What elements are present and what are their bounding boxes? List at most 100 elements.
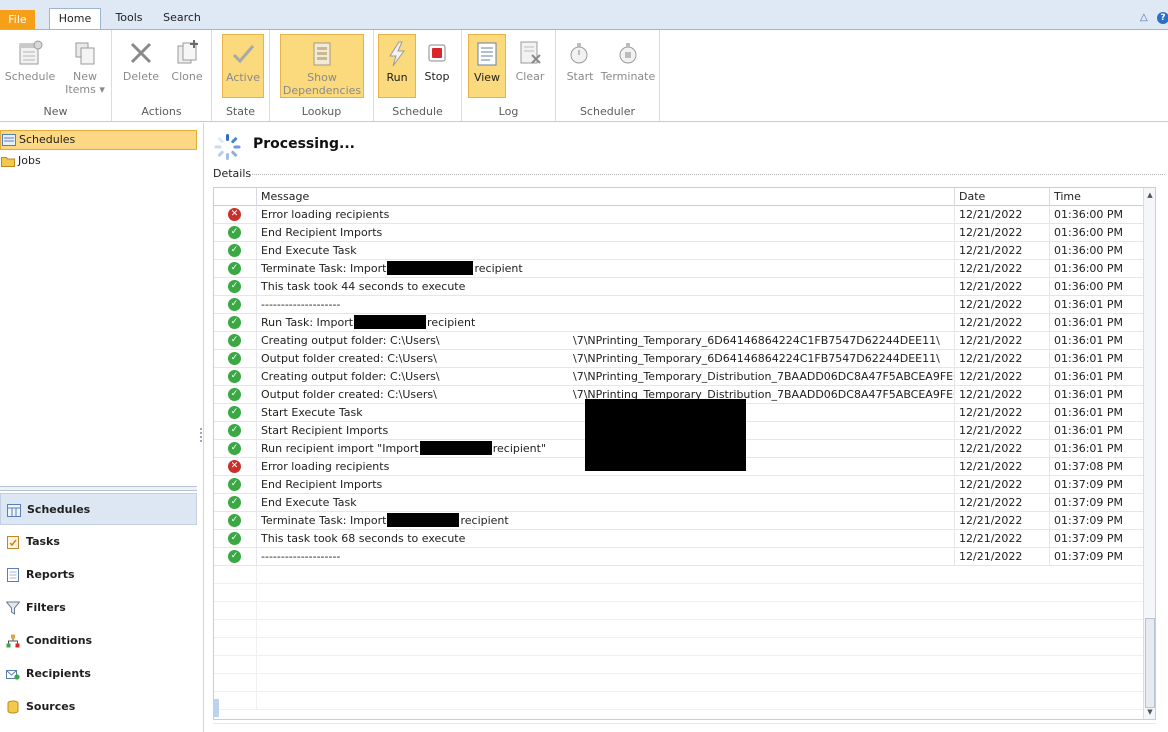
table-row[interactable]: ✓ Terminate Task: Import recipient 12/21/20… xyxy=(214,512,1155,530)
message-text: End Execute Task xyxy=(261,496,357,509)
nav-pane-splitter[interactable] xyxy=(0,486,197,491)
tree-item-schedules[interactable]: Schedules xyxy=(0,130,197,150)
schedule-button[interactable]: Schedule xyxy=(4,34,56,98)
empty-row xyxy=(214,674,1145,692)
nav-button-tasks[interactable]: Tasks xyxy=(0,526,197,558)
time-cell: 01:36:01 PM xyxy=(1049,386,1145,404)
message-text: Terminate Task: Import xyxy=(261,514,387,527)
date-cell: 12/21/2022 xyxy=(954,440,1049,458)
message-cell: This task took 44 seconds to execute xyxy=(256,278,954,296)
error-icon: ✕ xyxy=(228,208,241,221)
success-icon: ✓ xyxy=(228,514,241,527)
redacted-text xyxy=(387,261,474,275)
tab-file[interactable]: File xyxy=(0,10,35,30)
nav-button-reports[interactable]: Reports xyxy=(0,559,197,591)
table-row[interactable]: ✓ This task took 44 seconds to execute 12/… xyxy=(214,278,1155,296)
start-scheduler-button[interactable]: Start xyxy=(562,34,598,98)
run-button[interactable]: Run xyxy=(378,34,416,98)
grid-header: Message Date Time xyxy=(214,188,1155,206)
tab-tools[interactable]: Tools xyxy=(112,8,146,30)
header-date[interactable]: Date xyxy=(954,188,1049,206)
tree-item-jobs[interactable]: Jobs xyxy=(0,152,41,172)
tab-search[interactable]: Search xyxy=(160,8,204,30)
ribbon-group-lookup: Show Dependencies Lookup xyxy=(270,30,374,121)
time-cell: 01:36:00 PM xyxy=(1049,206,1145,224)
nav-button-filters[interactable]: Filters xyxy=(0,592,197,624)
tab-home[interactable]: Home xyxy=(49,8,101,30)
message-text: Creating output folder: C:\Users\ xyxy=(261,370,440,383)
tree-item-label: Jobs xyxy=(18,154,41,167)
status-cell: ✓ xyxy=(214,260,256,278)
message-cell: Error loading recipients xyxy=(256,206,954,224)
nav-button-recipients[interactable]: Recipients xyxy=(0,658,197,690)
date-cell: 12/21/2022 xyxy=(954,314,1049,332)
table-row[interactable]: ✓ End Recipient Imports 12/21/2022 01:36:00… xyxy=(214,224,1155,242)
filter-icon xyxy=(6,601,20,615)
delete-icon xyxy=(130,42,152,64)
table-row[interactable]: ✓ Creating output folder: C:\Users\ \7\NPr… xyxy=(214,368,1155,386)
message-text: This task took 44 seconds to execute xyxy=(261,280,466,293)
status-cell: ✓ xyxy=(214,242,256,260)
terminate-scheduler-button[interactable]: Terminate xyxy=(600,34,656,98)
table-row[interactable]: ✕ Error loading recipients 12/21/2022 01:36… xyxy=(214,206,1155,224)
header-status[interactable] xyxy=(214,188,256,206)
date-cell: 12/21/2022 xyxy=(954,530,1049,548)
stop-button[interactable]: Stop xyxy=(418,34,456,98)
success-icon: ✓ xyxy=(228,496,241,509)
time-cell: 01:36:01 PM xyxy=(1049,332,1145,350)
table-row[interactable]: ✓ End Execute Task 12/21/2022 01:37:09 PM xyxy=(214,494,1155,512)
table-row[interactable]: ✓ -------------------- 12/21/2022 01:37:09 … xyxy=(214,548,1155,566)
table-row[interactable]: ✓ Output folder created: C:\Users\ \7\NPri… xyxy=(214,350,1155,368)
table-row[interactable]: ✓ -------------------- 12/21/2022 01:36:01 … xyxy=(214,296,1155,314)
nav-button-sources[interactable]: Sources xyxy=(0,691,197,723)
table-row[interactable]: ✓ Terminate Task: Import recipient 12/21/20… xyxy=(214,260,1155,278)
date-cell: 12/21/2022 xyxy=(954,422,1049,440)
scroll-down-icon[interactable]: ▼ xyxy=(1145,707,1155,717)
scroll-thumb[interactable] xyxy=(1145,618,1155,708)
time-cell: 01:36:00 PM xyxy=(1049,260,1145,278)
help-icon[interactable]: ? xyxy=(1157,12,1168,24)
error-icon: ✕ xyxy=(228,460,241,473)
nav-button-conditions[interactable]: Conditions xyxy=(0,625,197,657)
message-text: Run Task: Import xyxy=(261,316,354,329)
message-cell: End Recipient Imports xyxy=(256,476,954,494)
success-icon: ✓ xyxy=(228,262,241,275)
date-cell: 12/21/2022 xyxy=(954,368,1049,386)
table-row[interactable]: ✓ This task took 68 seconds to execute 12/… xyxy=(214,530,1155,548)
grid-vertical-scrollbar[interactable]: ▲ ▼ xyxy=(1143,188,1155,719)
table-row[interactable]: ✓ Run Task: Import recipient 12/21/2022 01:3… xyxy=(214,314,1155,332)
empty-row xyxy=(214,566,1145,584)
log-grid: Message Date Time ✕ Error loading recipie… xyxy=(213,187,1156,720)
group-label-log: Log xyxy=(498,105,519,118)
success-icon: ✓ xyxy=(228,406,241,419)
active-button[interactable]: Active xyxy=(222,34,264,98)
show-dependencies-button[interactable]: Show Dependencies xyxy=(280,34,364,98)
ribbon-group-scheduler: Start Terminate Scheduler xyxy=(556,30,660,121)
processing-title: Processing... xyxy=(253,136,355,152)
success-icon: ✓ xyxy=(228,352,241,365)
vertical-splitter-grip[interactable] xyxy=(200,428,202,442)
schedules-folder-icon xyxy=(2,134,16,146)
stopwatch-start-icon xyxy=(570,43,588,64)
table-row[interactable]: ✓ End Recipient Imports 12/21/2022 01:37:09… xyxy=(214,476,1155,494)
header-time[interactable]: Time xyxy=(1049,188,1145,206)
nav-button-schedules[interactable]: Schedules xyxy=(0,493,197,525)
table-row[interactable]: ✓ End Execute Task 12/21/2022 01:36:00 PM xyxy=(214,242,1155,260)
time-cell: 01:37:09 PM xyxy=(1049,494,1145,512)
clear-log-button[interactable]: Clear xyxy=(510,34,550,98)
new-items-button[interactable]: New Items ▾ xyxy=(60,34,110,98)
header-message[interactable]: Message xyxy=(256,188,954,206)
table-row[interactable]: ✓ Creating output folder: C:\Users\ \7\NPr… xyxy=(214,332,1155,350)
checkmark-icon xyxy=(232,45,255,64)
time-cell: 01:37:09 PM xyxy=(1049,548,1145,566)
view-log-button[interactable]: View xyxy=(468,34,506,98)
message-text: This task took 68 seconds to execute xyxy=(261,532,466,545)
delete-button[interactable]: Delete xyxy=(120,34,162,98)
folder-icon xyxy=(1,157,15,167)
scroll-up-icon[interactable]: ▲ xyxy=(1145,190,1155,200)
ribbon-group-new: Schedule New Items ▾ New xyxy=(0,30,112,121)
tree-item-label: Schedules xyxy=(19,133,76,146)
clone-button[interactable]: Clone xyxy=(166,34,208,98)
collapse-ribbon-icon[interactable]: △ xyxy=(1140,12,1148,23)
message-cell: Output folder created: C:\Users\ \7\NPrin… xyxy=(256,350,954,368)
